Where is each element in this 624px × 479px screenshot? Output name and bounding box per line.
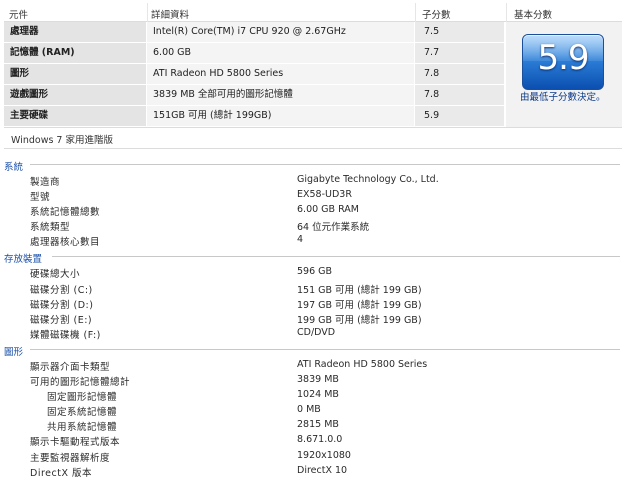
subscore-value: 7.7	[415, 43, 504, 63]
detail-row: 製造商 Gigabyte Technology Co., Ltd.	[0, 173, 624, 188]
section-title: 圖形	[4, 346, 24, 358]
detail-value: 199 GB 可用 (總計 199 GB)	[297, 314, 422, 326]
header-details: 詳細資料	[151, 10, 190, 21]
detail-value: 596 GB	[297, 266, 333, 278]
windows-edition-row: Windows 7 家用進階版	[4, 127, 622, 149]
detail-label: 固定圖形記憶體	[47, 392, 118, 404]
component-details: 3839 MB 全部可用的圖形記憶體	[147, 85, 414, 105]
column-separator	[147, 3, 148, 22]
detail-label: 共用系統記憶體	[47, 422, 118, 434]
detail-label: 處理器核心數目	[30, 237, 101, 249]
detail-label: 系統記憶體總數	[30, 207, 101, 219]
detail-value: 197 GB 可用 (總計 199 GB)	[297, 299, 422, 311]
score-row-graphics: 圖形 ATI Radeon HD 5800 Series 7.8	[4, 64, 504, 85]
base-score-panel: 5.9 由最低子分數決定。	[506, 22, 622, 127]
component-name: 記憶體 (RAM)	[4, 43, 146, 63]
subscore-value: 7.8	[415, 85, 504, 105]
detail-value: 64 位元作業系統	[297, 222, 370, 234]
detail-value: 8.671.0.0	[297, 434, 343, 446]
detail-row: 磁碟分割 (E:) 199 GB 可用 (總計 199 GB)	[0, 311, 624, 326]
detail-row: 系統類型 64 位元作業系統	[0, 218, 624, 233]
detail-value: CD/DVD	[297, 326, 336, 338]
detail-row: 系統記憶體總數 6.00 GB RAM	[0, 203, 624, 218]
detail-value: 3839 MB	[297, 374, 339, 386]
detail-label: 製造商	[30, 177, 61, 188]
section-title: 系統	[4, 162, 24, 173]
detail-row: 硬碟總大小 596 GB	[0, 265, 624, 280]
detail-row: 固定圖形記憶體 1024 MB	[0, 388, 624, 403]
section-header-graphics: 圖形	[0, 341, 624, 358]
detail-row: 處理器核心數目 4	[0, 233, 624, 248]
column-separator	[415, 3, 416, 22]
detail-label: 顯示卡驅動程式版本	[30, 437, 121, 449]
detail-row: 媒體磁碟機 (F:) CD/DVD	[0, 326, 624, 341]
detail-label: 磁碟分割 (C:)	[30, 284, 93, 296]
detail-row: 顯示器介面卡類型 ATI Radeon HD 5800 Series	[0, 358, 624, 373]
detail-value: DirectX 10	[297, 464, 348, 476]
score-row-processor: 處理器 Intel(R) Core(TM) i7 CPU 920 @ 2.67G…	[4, 22, 504, 43]
detail-label: DirectX 版本	[30, 467, 92, 479]
section-divider	[30, 348, 620, 350]
subscore-value: 5.9	[415, 106, 504, 126]
system-details: 系統 製造商 Gigabyte Technology Co., Ltd. 型號 EX…	[0, 156, 624, 479]
header-subscore: 子分數	[422, 10, 451, 21]
detail-label: 磁碟分割 (D:)	[30, 299, 94, 311]
windows-edition: Windows 7 家用進階版	[11, 135, 113, 146]
detail-value: 2815 MB	[297, 419, 339, 431]
detail-row: DirectX 版本 DirectX 10	[0, 464, 624, 479]
section-header-system: 系統	[0, 156, 624, 173]
component-details: 151GB 可用 (總計 199GB)	[147, 106, 414, 126]
component-details: 6.00 GB	[147, 43, 414, 63]
base-score-badge: 5.9	[522, 34, 604, 90]
component-details: ATI Radeon HD 5800 Series	[147, 64, 414, 84]
detail-row: 主要監視器解析度 1920x1080	[0, 449, 624, 464]
section-divider	[30, 164, 620, 165]
detail-label: 主要監視器解析度	[30, 452, 111, 464]
detail-label: 磁碟分割 (E:)	[30, 314, 93, 326]
detail-label: 固定系統記憶體	[47, 407, 118, 419]
detail-row: 固定系統記憶體 0 MB	[0, 403, 624, 418]
detail-value: 6.00 GB RAM	[297, 204, 359, 216]
detail-value: 4	[297, 234, 304, 246]
detail-label: 顯示器介面卡類型	[30, 361, 111, 373]
component-name: 圖形	[4, 64, 146, 84]
component-name: 主要硬碟	[4, 106, 146, 126]
score-row-gaming-graphics: 遊戲圖形 3839 MB 全部可用的圖形記憶體 7.8	[4, 85, 504, 106]
score-row-primary-disk: 主要硬碟 151GB 可用 (總計 199GB) 5.9	[4, 106, 504, 127]
score-row-memory: 記憶體 (RAM) 6.00 GB 7.7	[4, 43, 504, 64]
score-table-rows: 處理器 Intel(R) Core(TM) i7 CPU 920 @ 2.67G…	[4, 22, 504, 127]
header-base-score: 基本分數	[514, 10, 553, 21]
base-score-value: 5.9	[537, 38, 589, 78]
subscore-value: 7.8	[415, 64, 504, 84]
component-name: 處理器	[4, 22, 146, 42]
detail-label: 型號	[30, 192, 51, 204]
detail-row: 可用的圖形記憶體總計 3839 MB	[0, 373, 624, 388]
detail-label: 可用的圖形記憶體總計	[30, 377, 131, 389]
component-details: Intel(R) Core(TM) i7 CPU 920 @ 2.67GHz	[147, 22, 414, 42]
detail-value: ATI Radeon HD 5800 Series	[297, 358, 428, 370]
detail-row: 磁碟分割 (C:) 151 GB 可用 (總計 199 GB)	[0, 281, 624, 296]
detail-value: 0 MB	[297, 404, 321, 416]
column-separator	[506, 3, 507, 22]
detail-value: Gigabyte Technology Co., Ltd.	[297, 174, 439, 185]
detail-row: 型號 EX58-UD3R	[0, 188, 624, 203]
section-header-storage: 存放裝置	[0, 248, 624, 265]
section-divider	[52, 256, 620, 258]
detail-label: 系統類型	[30, 222, 71, 234]
subscore-value: 7.5	[415, 22, 504, 42]
detail-value: 1024 MB	[297, 389, 339, 401]
detail-value: EX58-UD3R	[297, 189, 352, 201]
base-score-note: 由最低子分數決定。	[520, 92, 606, 103]
header-component: 元件	[9, 10, 29, 21]
score-table-header: 元件 詳細資料 子分數 基本分數	[4, 3, 622, 22]
detail-value: 151 GB 可用 (總計 199 GB)	[297, 284, 422, 296]
detail-label: 硬碟總大小	[30, 269, 81, 281]
detail-row: 磁碟分割 (D:) 197 GB 可用 (總計 199 GB)	[0, 296, 624, 311]
section-title: 存放裝置	[4, 254, 43, 266]
component-name: 遊戲圖形	[4, 85, 146, 105]
detail-row: 共用系統記憶體 2815 MB	[0, 418, 624, 433]
detail-row: 顯示卡驅動程式版本 8.671.0.0	[0, 433, 624, 448]
detail-value: 1920x1080	[297, 449, 351, 461]
detail-label: 媒體磁碟機 (F:)	[30, 329, 101, 341]
